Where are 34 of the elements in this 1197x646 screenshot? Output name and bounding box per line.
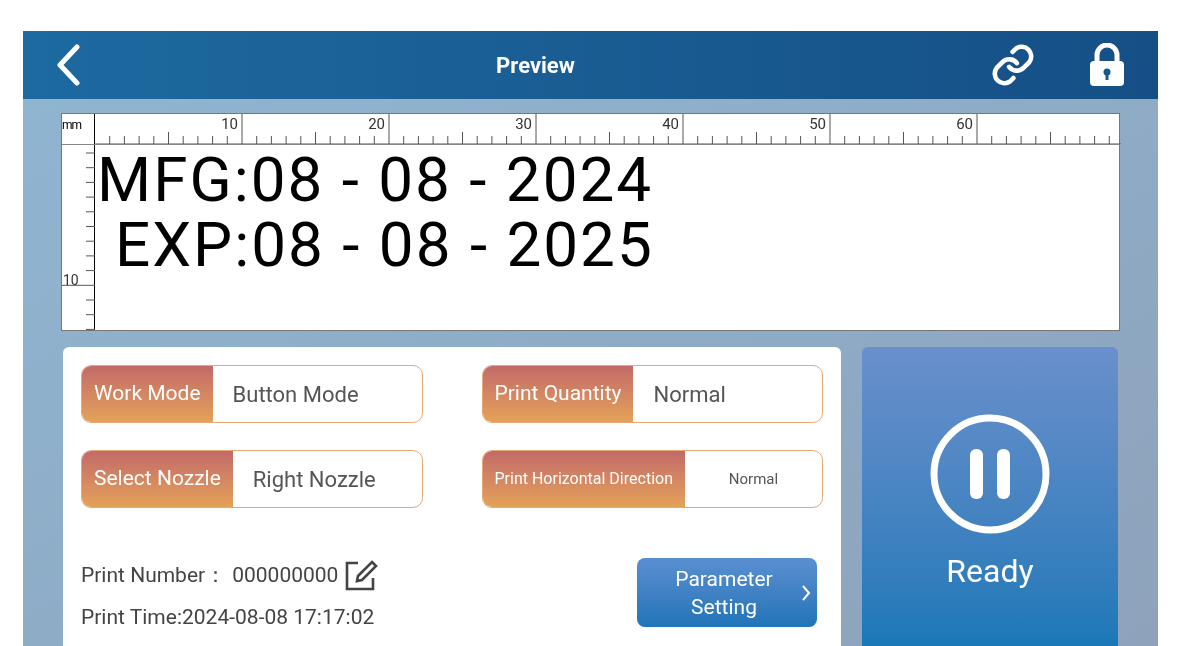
setting-field[interactable]: Print Horizontal Direction Normal [481, 450, 823, 508]
setting-label: Print Quantity [482, 366, 634, 422]
parameter-setting-button[interactable]: Parameter Setting [637, 558, 817, 627]
ruler-number: 30 [515, 116, 532, 132]
print-number-label: Print Number： [81, 561, 227, 589]
setting-label: Select Nozzle [82, 451, 233, 507]
setting-field[interactable]: Print Quantity Normal [481, 365, 823, 423]
back-icon[interactable] [55, 44, 81, 86]
print-text-line: MFG:08 - 08 - 2024 [96, 147, 654, 212]
lock-icon[interactable] [1088, 43, 1126, 87]
ready-button[interactable]: Ready [862, 347, 1118, 646]
setting-field[interactable]: Work Mode Button Mode [81, 365, 423, 423]
ruler-number: 40 [662, 116, 679, 132]
setting-value: Normal [652, 380, 727, 409]
setting-label: Work Mode [82, 366, 213, 422]
print-text-line: EXP:08 - 08 - 2025 [114, 212, 654, 277]
ruler-number: 10 [221, 116, 238, 132]
setting-value: Button Mode [231, 380, 360, 409]
ruler-number: 50 [809, 116, 826, 132]
print-number-value: 000000000 [232, 561, 339, 589]
setting-field[interactable]: Select Nozzle Right Nozzle [81, 450, 423, 508]
unit-label: mm [62, 114, 95, 144]
window-title: Preview [495, 51, 576, 80]
setting-value: Normal [727, 468, 780, 490]
link-icon[interactable] [990, 42, 1036, 88]
setting-value: Right Nozzle [251, 465, 377, 494]
pause-icon [929, 413, 1051, 535]
ruler-number: 10 [63, 273, 79, 287]
chevron-right-icon [801, 583, 811, 602]
edit-icon[interactable] [344, 559, 379, 592]
print-time: Print Time:2024-08-08 17:17:02 [81, 603, 376, 631]
setting-label: Print Horizontal Direction [482, 451, 685, 507]
ruler-number: 60 [956, 116, 973, 132]
ruler-number: 20 [368, 116, 385, 132]
